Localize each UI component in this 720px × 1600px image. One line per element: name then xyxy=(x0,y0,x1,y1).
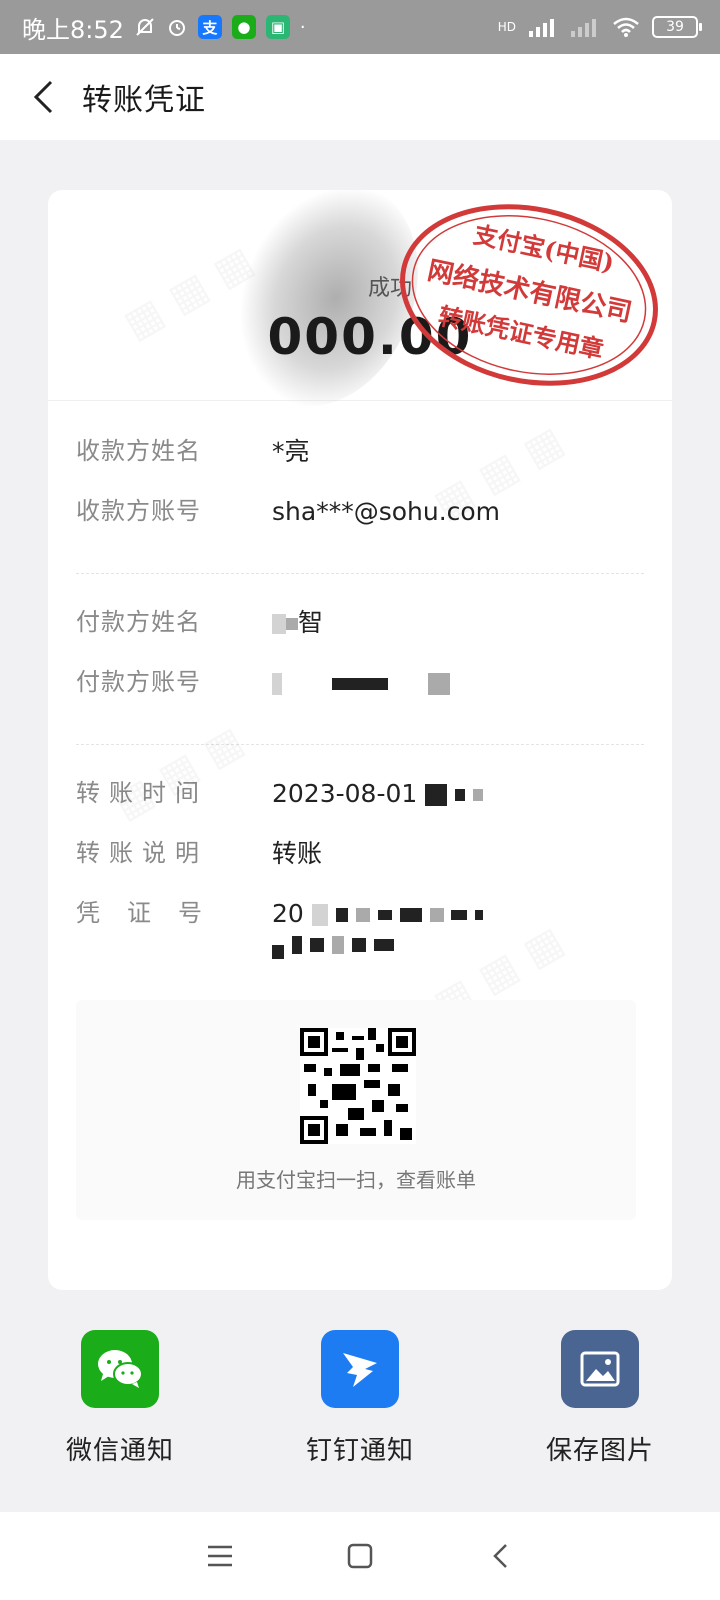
back-chevron-icon xyxy=(493,1544,507,1568)
payee-section: 收款方姓名 *亮 收款方账号 sha***@sohu.com xyxy=(48,401,672,557)
divider xyxy=(76,573,644,574)
status-right: HD 39 xyxy=(497,16,702,38)
redaction-block xyxy=(272,945,284,959)
share-actions: 微信通知 钉钉通知 保存图片 xyxy=(0,1330,720,1480)
mute-bell-icon xyxy=(134,16,156,38)
redaction-block xyxy=(332,678,388,690)
receipt-card: ▦ ▦ ▦ ▦ ▦ ▦ ▦ ▦ ▦ ▦ ▦ ▦ 成功 000.00 支付宝(中国… xyxy=(48,190,672,1290)
payee-name-value: *亮 xyxy=(272,437,310,466)
redaction-block xyxy=(399,908,422,922)
redaction-block xyxy=(286,618,298,630)
redaction-block xyxy=(351,938,366,952)
payer-account-row: 付款方账号 xyxy=(76,668,644,728)
transfer-memo-value: 转账 xyxy=(272,839,323,868)
transfer-time-label: 转账时间 xyxy=(76,779,208,807)
redaction-block xyxy=(455,789,466,801)
status-left: 晚上8:52 支 ● ▣ · xyxy=(22,10,306,45)
save-image-label: 保存图片 xyxy=(545,1436,654,1466)
home-square-icon xyxy=(347,1543,373,1569)
qr-section: 用支付宝扫一扫，查看账单 xyxy=(76,1000,636,1220)
transfer-time-value: 2023-08-01 xyxy=(272,779,484,809)
status-time: 晚上8:52 xyxy=(22,15,124,44)
network-type: HD xyxy=(497,20,516,34)
payer-name-label: 付款方姓名 xyxy=(76,608,201,636)
system-nav-bar xyxy=(0,1512,720,1600)
transfer-date: 2023-08-01 xyxy=(272,779,418,808)
redaction-block xyxy=(429,908,444,922)
payer-name-text: 智 xyxy=(298,608,324,637)
redaction-block xyxy=(355,908,370,922)
redaction-block xyxy=(272,673,282,695)
voucher-prefix: 20 xyxy=(272,899,304,928)
redaction-block xyxy=(473,789,484,801)
wechat-app-icon: ● xyxy=(231,15,256,39)
voucher-number-row: 凭证号 20 xyxy=(76,899,644,989)
official-seal-icon: 支付宝(中国) 网络技术有限公司 转账凭证专用章 xyxy=(400,204,658,386)
payee-account-label: 收款方账号 xyxy=(76,497,201,525)
redaction-block xyxy=(377,910,392,920)
redaction-block xyxy=(272,614,286,634)
image-icon xyxy=(561,1330,639,1408)
payee-account-value: sha***@sohu.com xyxy=(272,497,501,526)
page-title: 转账凭证 xyxy=(82,83,206,118)
payee-name-row: 收款方姓名 *亮 xyxy=(76,437,644,497)
status-bar: 晚上8:52 支 ● ▣ · HD 39 xyxy=(0,0,720,54)
header: 转账凭证 xyxy=(0,54,720,140)
transfer-time-row: 转账时间 2023-08-01 xyxy=(76,779,644,839)
redaction-block xyxy=(425,784,448,806)
dingtalk-icon xyxy=(321,1330,399,1408)
payer-account-label: 付款方账号 xyxy=(76,668,201,696)
receipt-header: 成功 000.00 支付宝(中国) 网络技术有限公司 转账凭证专用章 xyxy=(48,190,672,434)
payee-account-row: 收款方账号 sha***@sohu.com xyxy=(76,497,644,557)
wechat-icon xyxy=(81,1330,159,1408)
voucher-number-value: 20 xyxy=(272,899,632,959)
dingtalk-notify-button[interactable]: 钉钉通知 xyxy=(240,1330,480,1480)
save-image-button[interactable]: 保存图片 xyxy=(480,1330,720,1480)
divider xyxy=(76,744,644,745)
transfer-memo-label: 转账说明 xyxy=(76,839,208,867)
redaction-block xyxy=(428,673,450,695)
payer-name-row: 付款方姓名 智 xyxy=(76,608,644,668)
alipay-app-icon: 支 xyxy=(197,15,222,39)
payee-name-label: 收款方姓名 xyxy=(76,437,201,465)
redaction-block xyxy=(373,939,394,951)
dingtalk-notify-label: 钉钉通知 xyxy=(305,1436,414,1466)
app-notification-icon: ▣ xyxy=(265,15,290,39)
redaction-block xyxy=(475,910,484,920)
signal-icon xyxy=(528,16,558,38)
payer-section: 付款方姓名 智 付款方账号 xyxy=(48,590,672,728)
qr-code[interactable] xyxy=(300,1028,416,1144)
payer-name-value: 智 xyxy=(272,608,323,638)
back-button[interactable] xyxy=(24,77,64,117)
more-dot-icon: · xyxy=(299,16,306,38)
back-nav-button[interactable] xyxy=(475,1531,525,1581)
redaction-block xyxy=(311,904,328,926)
qr-caption: 用支付宝扫一扫，查看账单 xyxy=(236,1168,476,1192)
transfer-memo-row: 转账说明 转账 xyxy=(76,839,644,899)
redaction-block xyxy=(331,936,344,954)
redaction-block xyxy=(335,908,348,922)
redaction-block xyxy=(291,936,302,954)
battery-level: 39 xyxy=(666,19,684,35)
menu-icon xyxy=(208,1545,232,1567)
redaction-block xyxy=(309,938,324,952)
wifi-icon xyxy=(612,16,640,38)
wechat-notify-button[interactable]: 微信通知 xyxy=(0,1330,240,1480)
signal-weak-icon xyxy=(570,16,600,38)
chevron-left-icon xyxy=(33,80,53,114)
details-section: 转账时间 2023-08-01 转账说明 转账 凭证号 20 xyxy=(48,761,672,989)
payer-account-value xyxy=(272,668,450,698)
voucher-number-label: 凭证号 xyxy=(76,899,229,927)
redaction-block xyxy=(451,910,468,920)
battery-icon: 39 xyxy=(652,16,702,38)
home-nav-button[interactable] xyxy=(335,1531,385,1581)
menu-nav-button[interactable] xyxy=(195,1531,245,1581)
wechat-notify-label: 微信通知 xyxy=(65,1436,174,1466)
alarm-icon xyxy=(166,16,188,38)
